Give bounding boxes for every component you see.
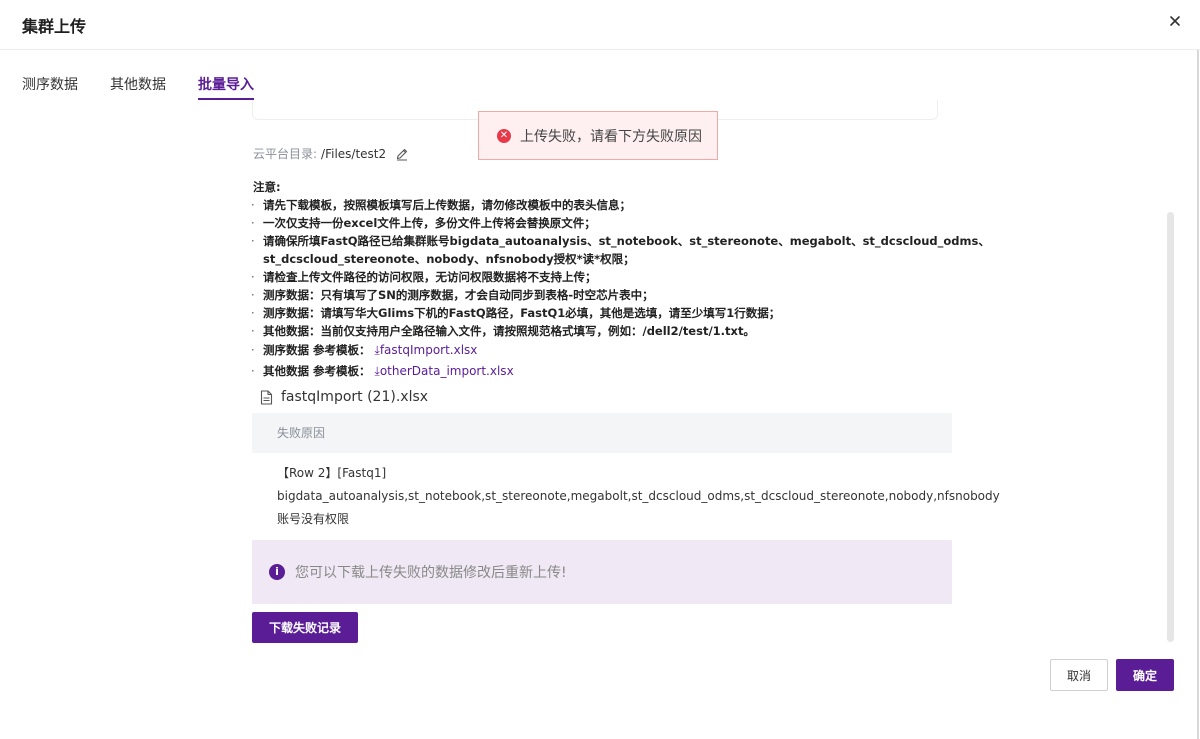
tab-bar: 测序数据 其他数据 批量导入 [22,74,286,100]
tab-sequencing-data[interactable]: 测序数据 [22,74,78,100]
uploaded-file-name: fastqImport (21).xlsx [281,389,429,405]
error-icon: ✕ [497,128,511,143]
dialog-divider [1197,50,1199,739]
dialog-title: 集群上传 [22,17,87,36]
dialog-header: 集群上传 [0,0,1200,50]
list-item: · 测序数据：请填写华大Glims下机的FastQ路径，FastQ1必填，其他是选… [251,306,781,320]
tab-batch-import[interactable]: 批量导入 [198,74,254,100]
info-icon: i [269,564,285,580]
list-item: · 一次仅支持一份excel文件上传，多份文件上传将会替换原文件； [251,216,596,230]
failure-line: 账号没有权限 [277,512,350,526]
list-item: · 请先下载模板，按照模板填写后上传数据，请勿修改模板中的表头信息； [251,198,631,212]
download-fastq-template-link[interactable]: ⤓fastqImport.xlsx [375,343,478,357]
document-icon [260,389,273,405]
confirm-button[interactable]: 确定 [1116,659,1174,691]
notice-heading: 注意: [253,180,281,194]
list-item: · 其他数据：当前仅支持用户全路径输入文件，请按照规范格式填写，例如：/dell2… [251,324,755,338]
notice-section: 注意: · 请先下载模板，按照模板填写后上传数据，请勿修改模板中的表头信息； · 一… [250,178,990,382]
scrollbar[interactable] [1167,212,1174,642]
list-item: · 测序数据：只有填写了SN的测序数据，才会自动同步到表格-时空芯片表中； [251,288,654,302]
cloud-directory: 云平台目录: /Files/test2 [253,145,409,162]
directory-label: 云平台目录: [253,147,318,161]
failure-reason-body: 【Row 2】[Fastq1] bigdata_autoanalysis,st_… [277,462,1000,531]
cancel-button[interactable]: 取消 [1050,659,1108,691]
failure-line: 【Row 2】[Fastq1] [277,466,387,480]
tab-other-data[interactable]: 其他数据 [110,74,166,100]
info-message: 您可以下载上传失败的数据修改后重新上传! [295,565,567,581]
list-item: · 请确保所填FastQ路径已给集群账号bigdata_autoanalysis、… [251,234,990,248]
directory-value: /Files/test2 [321,146,387,161]
info-banner: i 您可以下载上传失败的数据修改后重新上传! [252,540,952,604]
list-item: · 请检查上传文件路径的访问权限，无访问权限数据将不支持上传； [251,270,597,284]
close-icon[interactable] [1168,14,1182,28]
failure-reason-header: 失败原因 [252,413,952,453]
toast-message: 上传失败，请看下方失败原因 [520,128,702,145]
list-item-continuation: st_dcscloud_stereonote、nobody、nfsnobody授… [263,252,635,266]
pencil-icon[interactable] [395,147,409,161]
template-item-sequencing: · 测序数据 参考模板： ⤓fastqImport.xlsx [251,343,478,357]
failure-line: bigdata_autoanalysis,st_notebook,st_ster… [277,489,1000,503]
template-item-other: · 其他数据 参考模板： ⤓otherData_import.xlsx [251,364,514,378]
uploaded-file: fastqImport (21).xlsx [260,389,428,405]
error-toast: ✕ 上传失败，请看下方失败原因 [478,111,718,160]
download-failed-records-button[interactable]: 下载失败记录 [252,612,358,643]
download-other-template-link[interactable]: ⤓otherData_import.xlsx [375,364,514,378]
